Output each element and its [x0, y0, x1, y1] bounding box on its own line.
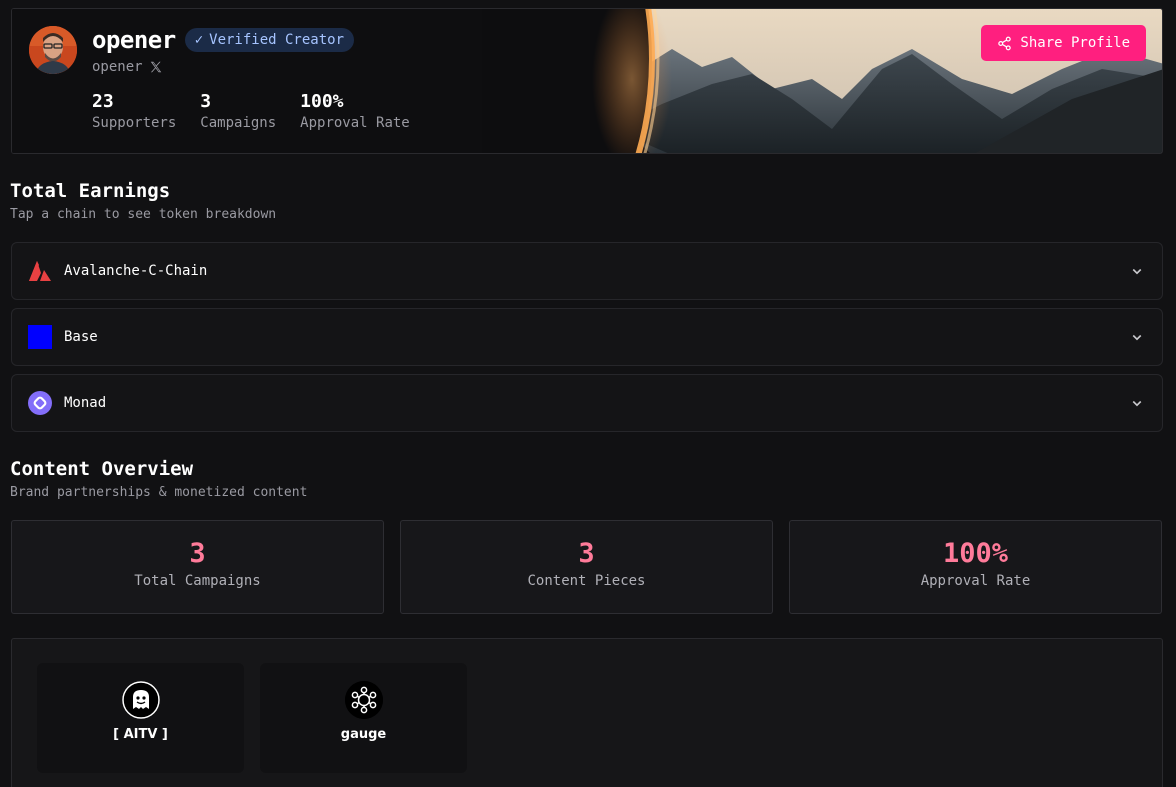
share-icon [998, 36, 1012, 50]
avalanche-icon [28, 259, 52, 283]
profile-handle: opener [92, 59, 143, 75]
profile-header: opener ✓ Verified Creator opener 23 Supp… [11, 8, 1163, 154]
chain-item-monad[interactable]: Monad [11, 374, 1163, 432]
stat-label: Campaigns [200, 115, 277, 131]
profile-name: opener [92, 26, 176, 54]
stat-approval-rate: 100% Approval Rate [300, 91, 410, 131]
monad-icon [28, 391, 52, 415]
share-profile-label: Share Profile [1020, 35, 1130, 51]
chain-name: Monad [64, 395, 107, 411]
stat-value: 23 [92, 91, 114, 112]
chevron-down-icon [1132, 400, 1142, 407]
overview-title: Content Overview [10, 458, 194, 480]
brand-card-aitv[interactable]: [ AITV ] [37, 663, 244, 773]
stat-value: 3 [200, 91, 212, 112]
overview-value: 3 [578, 538, 595, 569]
stat-campaigns: 3 Campaigns [200, 91, 276, 131]
overview-card-total-campaigns: 3 Total Campaigns [11, 520, 384, 614]
brand-name: gauge [340, 727, 387, 742]
check-icon: ✓ [194, 32, 204, 48]
chevron-down-icon [1132, 268, 1142, 275]
share-profile-button[interactable]: Share Profile [981, 25, 1146, 61]
base-icon [28, 325, 52, 349]
stat-supporters: 23 Supporters [92, 91, 176, 131]
earnings-title: Total Earnings [10, 180, 171, 202]
chain-item-base[interactable]: Base [11, 308, 1163, 366]
stat-label: Approval Rate [300, 115, 410, 131]
aitv-logo-icon [121, 681, 160, 719]
profile-stats: 23 Supporters 3 Campaigns 100% Approval … [92, 91, 410, 131]
avatar [29, 26, 77, 74]
brand-partnerships-panel: [ AITV ] gauge [11, 638, 1163, 787]
brand-name: [ AITV ] [113, 727, 168, 742]
overview-label: Total Campaigns [134, 573, 261, 589]
verified-badge: ✓ Verified Creator [184, 28, 354, 52]
stat-label: Supporters [92, 115, 177, 131]
x-icon[interactable] [149, 60, 163, 74]
verified-label: Verified Creator [209, 32, 344, 48]
overview-value: 3 [189, 538, 206, 569]
overview-label: Approval Rate [920, 573, 1031, 589]
overview-subtitle: Brand partnerships & monetized content [10, 485, 308, 500]
gauge-logo-icon [344, 681, 383, 719]
brand-card-gauge[interactable]: gauge [260, 663, 467, 773]
overview-value: 100% [942, 538, 1009, 569]
overview-card-approval-rate: 100% Approval Rate [789, 520, 1162, 614]
overview-card-content-pieces: 3 Content Pieces [400, 520, 773, 614]
chain-name: Avalanche-C-Chain [64, 263, 208, 279]
chain-item-avalanche[interactable]: Avalanche-C-Chain [11, 242, 1163, 300]
chain-name: Base [64, 329, 98, 345]
earnings-subtitle: Tap a chain to see token breakdown [10, 207, 277, 222]
chevron-down-icon [1132, 334, 1142, 341]
overview-label: Content Pieces [527, 573, 646, 589]
stat-value: 100% [300, 91, 344, 112]
